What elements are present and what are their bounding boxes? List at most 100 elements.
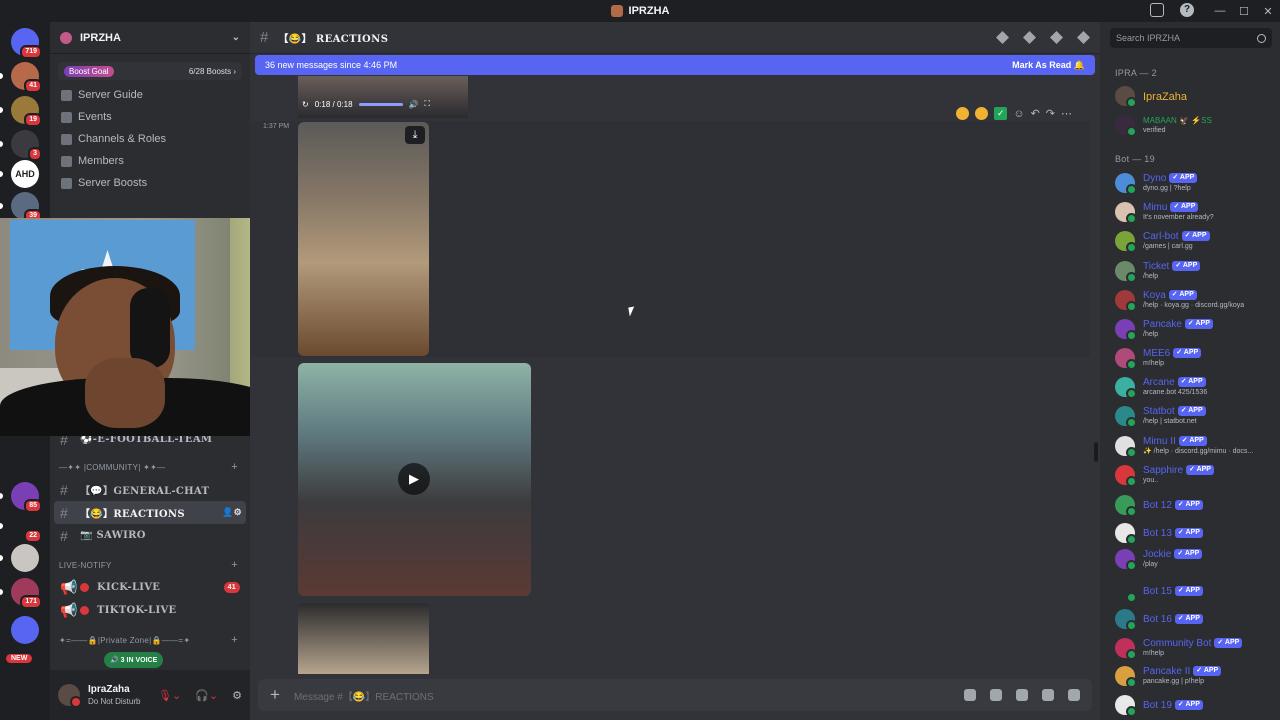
nav-server-boosts[interactable]: Server Boosts	[50, 172, 250, 194]
add-channel-icon[interactable]: +	[231, 461, 238, 473]
add-channel-icon[interactable]: +	[231, 559, 238, 571]
member-row[interactable]: Pancake ✓ APP/help	[1115, 316, 1275, 342]
hash-icon: #	[260, 29, 269, 46]
add-reaction-icon[interactable]: ☺	[1013, 108, 1024, 120]
video-attachment[interactable]: ▶	[298, 363, 531, 596]
member-row[interactable]: IpraZaha	[1115, 83, 1275, 109]
member-name: Dyno	[1143, 173, 1167, 184]
reply-icon[interactable]: ↶	[1031, 107, 1040, 120]
nav-events[interactable]: Events	[50, 106, 250, 128]
server-icon[interactable]	[11, 616, 39, 644]
notification-icon[interactable]	[1023, 31, 1036, 44]
member-row[interactable]: Bot 12 ✓ APP	[1115, 492, 1275, 518]
member-row[interactable]: Dyno ✓ APP dyno.gg | ?help	[1115, 170, 1275, 196]
server-icon[interactable]: 41	[11, 62, 42, 93]
reaction-emoji-1[interactable]	[956, 107, 970, 120]
sticker-icon[interactable]	[1016, 689, 1028, 701]
volume-slider[interactable]	[358, 102, 403, 106]
server-icon[interactable]: 22	[11, 512, 42, 543]
channel-sawiro[interactable]: # 📷 SAWIRO	[54, 524, 246, 547]
member-list-icon[interactable]	[1077, 31, 1090, 44]
member-row[interactable]: Mimu ✓ APP It's november already?	[1115, 199, 1275, 225]
minimize-button[interactable]: —	[1208, 5, 1232, 17]
server-icon[interactable]: 39	[11, 192, 42, 223]
member-row[interactable]: Bot 15 ✓ APP	[1115, 578, 1275, 604]
member-row[interactable]: Mimu II ✓ APP ✨ /help · discord.gg/mimu · …	[1115, 433, 1275, 459]
more-icon[interactable]: ⋯	[1061, 107, 1072, 120]
gift-icon[interactable]	[964, 689, 976, 701]
inbox-icon[interactable]	[1150, 3, 1164, 17]
server-icon[interactable]: AHD	[11, 160, 39, 188]
threads-icon[interactable]	[996, 31, 1009, 44]
category-private-zone[interactable]: ✦=——🔒|Private Zone|🔒——=✦ +	[50, 629, 250, 651]
forward-icon[interactable]: ↷	[1046, 107, 1055, 120]
nav-members[interactable]: Members	[50, 150, 250, 172]
voice-indicator[interactable]: 🔊 3 IN VOICE	[104, 652, 164, 668]
video-attachment[interactable]	[298, 603, 429, 674]
nav-server-guide[interactable]: Server Guide	[50, 84, 250, 106]
reaction-check[interactable]: ✓	[994, 107, 1008, 120]
attach-icon[interactable]: +	[270, 685, 280, 705]
channel-kick-live[interactable]: 📢 KICK-LIVE 41	[54, 576, 246, 599]
avatar[interactable]	[58, 684, 82, 708]
message-input[interactable]: Message #【😂】REACTIONS	[294, 688, 434, 703]
server-icon	[60, 31, 72, 44]
pin-icon[interactable]	[1050, 31, 1063, 44]
chat-area: # 【😂】 REACTIONS 36 new messages since 4:…	[250, 22, 1100, 720]
member-row[interactable]: Bot 13 ✓ APP	[1115, 520, 1275, 546]
channel-general-chat[interactable]: # 【💬】GENERAL-CHAT	[54, 478, 246, 501]
download-icon[interactable]: ⤓	[405, 126, 425, 144]
member-name: Sapphire	[1143, 465, 1184, 476]
add-channel-icon[interactable]: +	[231, 634, 238, 646]
mark-as-read-button[interactable]: Mark As Read 🔔	[1012, 60, 1085, 71]
member-row[interactable]: Jockie ✓ APP/play	[1115, 546, 1275, 572]
member-row[interactable]: Bot 19 ✓ APP	[1115, 692, 1275, 718]
server-icon[interactable]: 85	[11, 482, 42, 513]
volume-icon[interactable]: 🔊	[409, 100, 419, 109]
boost-goal[interactable]: Boost Goal 6/28 Boosts ›	[58, 62, 242, 80]
message-composer[interactable]: + Message #【😂】REACTIONS	[258, 679, 1092, 711]
server-header[interactable]: IPRZHA ⌄	[50, 22, 250, 54]
reaction-emoji-2[interactable]	[975, 107, 989, 120]
channel-reactions[interactable]: # 【😂】REACTIONS 👤⚙	[54, 501, 246, 524]
server-icon[interactable]: 719	[11, 28, 42, 59]
apps-icon[interactable]	[1068, 689, 1080, 701]
member-row[interactable]: MABAAN 🦅 ⚡SS verified	[1115, 112, 1275, 138]
member-row[interactable]: Community Bot ✓ APP m!help	[1115, 635, 1275, 661]
close-button[interactable]: ✕	[1256, 5, 1280, 18]
member-row[interactable]: Bot 16 ✓ APP	[1115, 606, 1275, 632]
category-live-notify[interactable]: LIVE-NOTIFY +	[50, 554, 250, 576]
nav-channels-roles[interactable]: Channels & Roles	[50, 128, 250, 150]
channel-tiktok-live[interactable]: 📢 TIKTOK-LIVE	[54, 599, 246, 622]
new-messages-bar[interactable]: 36 new messages since 4:46 PM Mark As Re…	[255, 55, 1095, 75]
gif-icon[interactable]	[990, 689, 1002, 701]
server-icon[interactable]	[11, 544, 39, 572]
member-row[interactable]: Statbot ✓ APP/help | statbot.net	[1115, 403, 1275, 429]
maximize-button[interactable]: ☐	[1232, 5, 1256, 18]
mic-muted-icon[interactable]: 🎙⌄	[158, 689, 181, 702]
member-row[interactable]: Carl-bot ✓ APP/games | carl.gg	[1115, 228, 1275, 254]
gear-icon[interactable]: ⚙	[232, 689, 242, 702]
search-input[interactable]: Search IPRZHA	[1110, 28, 1272, 48]
server-icon[interactable]: 3	[11, 130, 42, 161]
member-row[interactable]: Sapphire ✓ APP you..	[1115, 462, 1275, 488]
scrollbar[interactable]	[1094, 442, 1098, 462]
member-row[interactable]: Koya ✓ APP/help · koya.gg · discord.gg/ko…	[1115, 287, 1275, 313]
category-community[interactable]: —✦✦ |COMMUNITY| ✦✦— +	[50, 456, 250, 478]
replay-icon[interactable]: ↻	[302, 100, 309, 109]
play-icon[interactable]: ▶	[398, 463, 430, 495]
member-row[interactable]: Arcane ✓ APP arcane.bot 425/1536	[1115, 374, 1275, 400]
video-attachment[interactable]: ⤓	[298, 122, 429, 356]
video-time: 0:18 / 0:18	[314, 99, 353, 109]
member-row[interactable]: Pancake II ✓ APP pancake.gg | p!help	[1115, 663, 1275, 689]
member-row[interactable]: Ticket ✓ APP/help	[1115, 258, 1275, 284]
server-icon[interactable]: 19	[11, 96, 42, 127]
member-row[interactable]: MEE6 ✓ APP m!help	[1115, 345, 1275, 371]
emoji-icon[interactable]	[1042, 689, 1054, 701]
deafen-icon[interactable]: 🎧⌄	[195, 689, 218, 702]
fullscreen-icon[interactable]: ⛶	[424, 99, 430, 109]
user-info[interactable]: IpraZaha Do Not Disturb	[88, 684, 140, 707]
help-icon[interactable]: ?	[1180, 3, 1194, 17]
channel-settings-icon[interactable]: 👤⚙	[222, 508, 242, 518]
server-icon[interactable]: 171	[11, 578, 42, 609]
